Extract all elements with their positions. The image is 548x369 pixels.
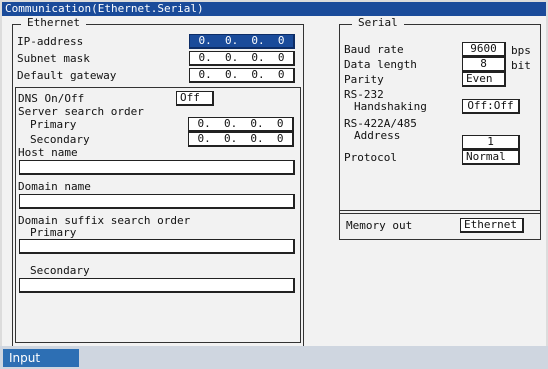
suffix-primary-field[interactable] (19, 239, 295, 254)
address-label: Address (354, 129, 401, 142)
host-name-label: Host name (18, 146, 78, 159)
data-length-field[interactable]: 8 (462, 57, 506, 72)
handshaking-field[interactable]: Off:Off (462, 99, 520, 114)
input-button[interactable]: Input (3, 349, 79, 367)
parity-label: Parity (344, 73, 384, 86)
dns-primary-label: Primary (30, 118, 77, 131)
server-search-order-label: Server search order (18, 105, 144, 118)
dns-secondary-field[interactable]: 0. 0. 0. 0 (188, 132, 294, 147)
window-title: Communication(Ethernet.Serial) (2, 2, 546, 16)
baud-rate-label: Baud rate (344, 43, 404, 56)
ethernet-group: Ethernet IP-address 0. 0. 0. 0 Subnet ma… (12, 16, 304, 348)
protocol-field[interactable]: Normal (462, 150, 520, 165)
suffix-secondary-field[interactable] (19, 278, 295, 293)
serial-title: Serial (352, 16, 404, 30)
ip-address-label: IP-address (17, 35, 84, 48)
memory-out-field[interactable]: Ethernet (460, 218, 524, 233)
dns-settings-panel: DNS On/Off Off Server search order Prima… (15, 87, 301, 343)
main-screen: Ethernet IP-address 0. 0. 0. 0 Subnet ma… (2, 16, 546, 348)
baud-rate-field[interactable]: 9600 (462, 42, 506, 57)
dns-secondary-label: Secondary (30, 133, 90, 146)
memory-out-group: Memory out Ethernet (339, 210, 541, 240)
ethernet-title: Ethernet (21, 16, 86, 30)
default-gateway-label: Default gateway (17, 69, 117, 82)
parity-field[interactable]: Even (462, 72, 506, 87)
handshaking-label: Handshaking (354, 100, 427, 113)
dns-onoff-field[interactable]: Off (176, 91, 214, 106)
dns-onoff-label: DNS On/Off (18, 92, 85, 105)
serial-group: Serial Baud rate 9600 bps Data length 8 … (339, 16, 541, 214)
data-length-unit: bit (511, 59, 531, 72)
baud-rate-unit: bps (511, 44, 531, 57)
memory-out-label: Memory out (346, 219, 413, 232)
suffix-primary-label: Primary (30, 226, 77, 239)
data-length-label: Data length (344, 58, 417, 71)
suffix-secondary-label: Secondary (30, 264, 90, 277)
host-name-field[interactable] (19, 160, 295, 175)
protocol-label: Protocol (344, 151, 397, 164)
default-gateway-field[interactable]: 0. 0. 0. 0 (189, 68, 295, 83)
soft-key-bar: Input (0, 346, 548, 369)
domain-name-label: Domain name (18, 180, 91, 193)
address-field[interactable]: 1 (462, 135, 520, 150)
domain-name-field[interactable] (19, 194, 295, 209)
dns-primary-field[interactable]: 0. 0. 0. 0 (188, 117, 294, 132)
subnet-mask-label: Subnet mask (17, 52, 90, 65)
ip-address-field[interactable]: 0. 0. 0. 0 (189, 34, 295, 49)
subnet-mask-field[interactable]: 0. 0. 0. 0 (189, 51, 295, 66)
